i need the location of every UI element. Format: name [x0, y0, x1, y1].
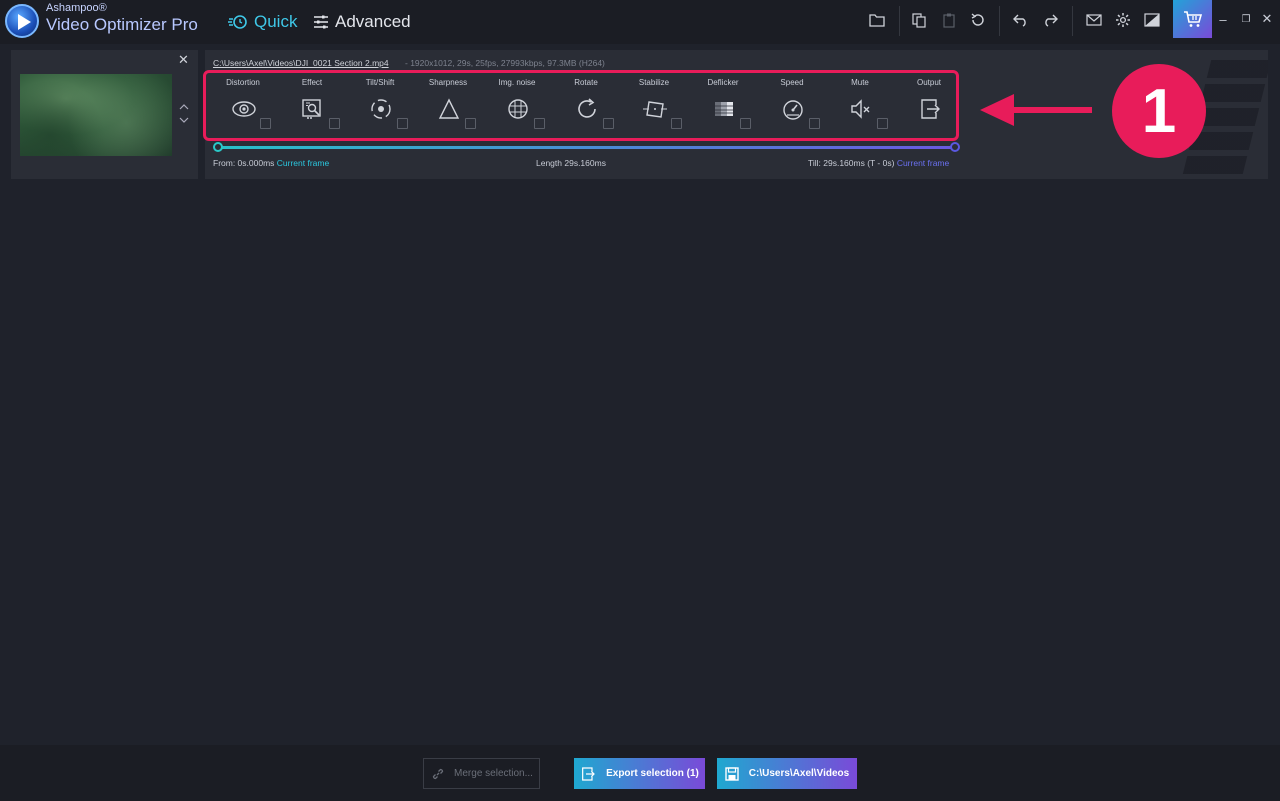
redo-icon[interactable] — [1039, 9, 1061, 31]
file-info: - 1920x1012, 29s, 25fps, 27993kbps, 97.3… — [405, 58, 605, 68]
link-icon — [432, 768, 444, 779]
clipboard-icon[interactable] — [938, 9, 960, 31]
timeline-track[interactable] — [218, 146, 955, 149]
undo-icon[interactable] — [1010, 9, 1032, 31]
tab-quick-label: Quick — [254, 12, 298, 31]
quick-icon — [228, 15, 247, 29]
title-bar: Ashampoo® Video Optimizer Pro Quick Adva… — [0, 0, 1280, 44]
move-down-icon[interactable] — [179, 116, 189, 127]
toolbar-divider — [1072, 6, 1073, 36]
from-label: From: 0s.000ms — [213, 158, 275, 168]
compare-icon[interactable] — [1141, 9, 1163, 31]
export-selection-button[interactable]: Export selection (1) — [574, 758, 705, 789]
till-time: Till: 29s.160ms (T - 0s) Current frame — [808, 158, 949, 168]
restore-button[interactable]: ❐ — [1236, 10, 1256, 28]
output-folder-button[interactable]: C:\Users\Axel\Videos — [717, 758, 857, 789]
timeline-start-handle[interactable] — [213, 142, 223, 152]
app-logo-icon — [5, 4, 39, 38]
annotation-highlight-box — [203, 70, 959, 141]
close-button[interactable]: ✕ — [1257, 10, 1277, 28]
copy-icon[interactable] — [908, 9, 930, 31]
item-thumbnail-panel: ✕ — [11, 50, 198, 179]
file-path-link[interactable]: C:\Users\Axel\Videos\DJI_0021 Section 2.… — [213, 58, 389, 68]
mail-icon[interactable] — [1083, 9, 1105, 31]
toolbar-divider — [999, 6, 1000, 36]
till-current-frame-link[interactable]: Current frame — [897, 158, 949, 168]
annotation-step-badge: 1 — [1112, 64, 1206, 158]
video-thumbnail[interactable] — [20, 74, 172, 156]
length-label: Length 29s.160ms — [536, 158, 606, 168]
tab-quick[interactable]: Quick — [228, 12, 297, 32]
output-folder-label: C:\Users\Axel\Videos — [748, 768, 850, 779]
remove-item-icon[interactable]: ✕ — [178, 52, 189, 68]
till-label: Till: 29s.160ms (T - 0s) — [808, 158, 895, 168]
minimize-button[interactable]: – — [1213, 10, 1233, 28]
bottom-bar: Merge selection... Export selection (1) … — [0, 745, 1280, 801]
export-label: Export selection (1) — [606, 768, 699, 779]
cart-icon[interactable] — [1173, 0, 1212, 38]
from-current-frame-link[interactable]: Current frame — [277, 158, 329, 168]
save-icon — [725, 766, 739, 781]
annotation-arrow-icon — [980, 94, 1092, 126]
tab-advanced-label: Advanced — [335, 12, 411, 31]
timeline-end-handle[interactable] — [950, 142, 960, 152]
merge-label: Merge selection... — [454, 768, 533, 779]
folder-icon[interactable] — [866, 9, 888, 31]
reset-icon[interactable] — [967, 9, 989, 31]
toolbar-divider — [899, 6, 900, 36]
tab-advanced[interactable]: Advanced — [313, 12, 411, 32]
app-title: Video Optimizer Pro — [46, 15, 198, 34]
sliders-icon — [314, 15, 328, 29]
from-time: From: 0s.000ms Current frame — [213, 158, 329, 168]
settings-icon[interactable] — [1112, 9, 1134, 31]
merge-selection-button[interactable]: Merge selection... — [423, 758, 540, 789]
brand-vendor: Ashampoo® — [46, 2, 107, 14]
move-up-icon[interactable] — [179, 102, 189, 113]
export-icon — [582, 766, 595, 781]
